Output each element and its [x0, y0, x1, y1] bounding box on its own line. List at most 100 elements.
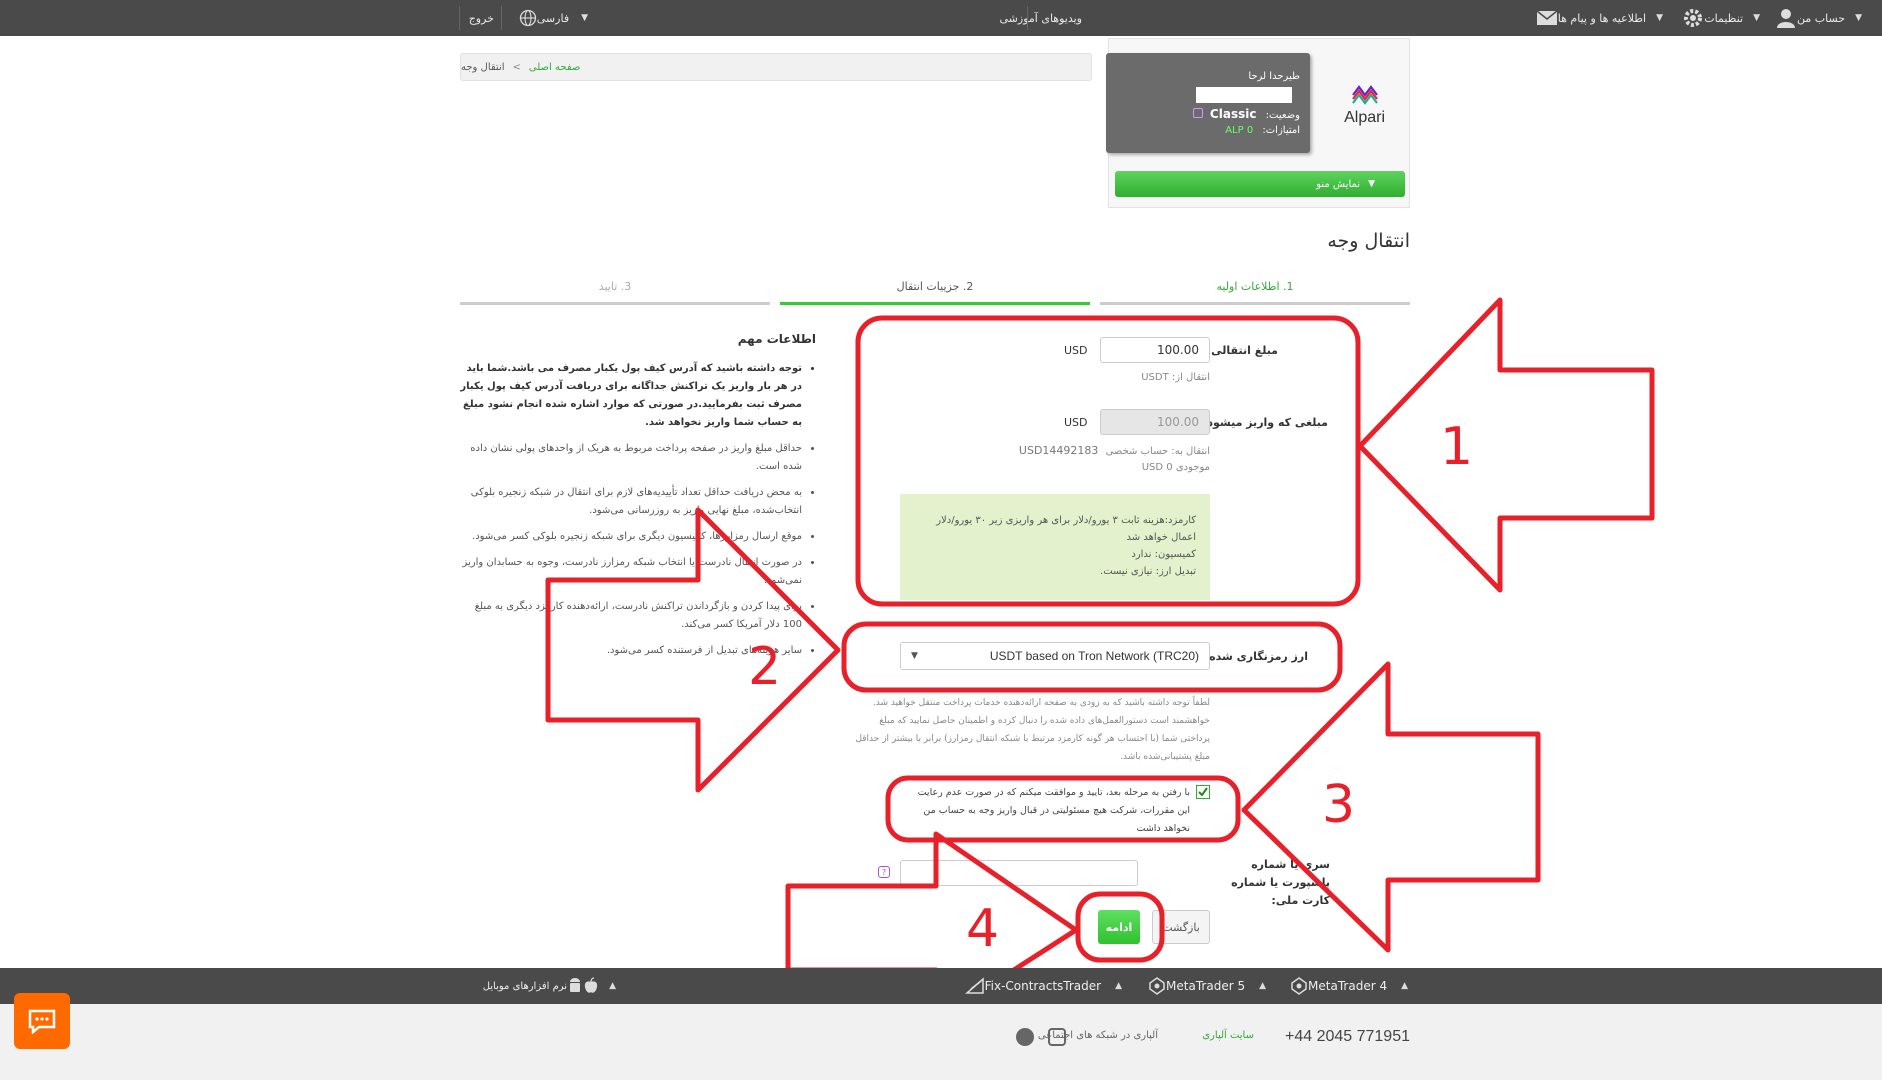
- divider: [1027, 6, 1028, 30]
- agree-text: با رفتن به مرحله بعد، تایید و موافقت میک…: [917, 787, 1190, 834]
- videos-label: ویدیوهای آموزشی: [999, 11, 1082, 25]
- chevron-up-icon: ▲: [1259, 981, 1266, 991]
- info-fee: کارمزد:هزینه ثابت ۳ یورو/دلار برای هر وا…: [936, 515, 1196, 543]
- important-info: اطلاعات مهم توجه داشته باشید که آدرس کیف…: [460, 332, 816, 668]
- language-menu[interactable]: فارسی ▼: [519, 0, 592, 36]
- settings-menu[interactable]: تنظیمات ▼: [1682, 0, 1764, 36]
- annotation-number-3: 3: [1322, 775, 1355, 835]
- breadcrumb-separator: >: [512, 61, 521, 73]
- account-name: طیرحدا لرحا: [1248, 71, 1300, 82]
- list-item: موقع ارسال رمزارزها، کمیسیون دیگری برای …: [460, 528, 802, 546]
- list-item: حداقل مبلغ واریز در صفحه پرداخت مربوط به…: [460, 440, 802, 476]
- passport-label: سری یا شماره پاسپورت یا شماره کارت ملی:: [1231, 858, 1330, 907]
- passport-input[interactable]: [900, 860, 1138, 886]
- list-item: سایر هزینه‌های تبدیل از فرستنده کسر می‌ش…: [460, 642, 802, 660]
- chevron-up-icon: ▲: [1115, 981, 1122, 991]
- chat-button[interactable]: [14, 993, 70, 1049]
- status-info-icon[interactable]: [1192, 108, 1203, 118]
- balance-note: موجودی USD 0: [1141, 462, 1210, 473]
- chevron-down-icon: ▼: [1368, 179, 1375, 189]
- divider: [501, 6, 502, 30]
- site-link[interactable]: سایت آلپاری: [1202, 1030, 1254, 1041]
- important-title: اطلاعات مهم: [737, 332, 816, 346]
- back-button[interactable]: بازگشت: [1152, 910, 1210, 944]
- step-2-bar: [780, 302, 1090, 305]
- envelope-icon: [1536, 10, 1558, 25]
- account-points: امتیازات: ALP 0: [1225, 125, 1300, 136]
- top-navbar: حساب من ▼ تنظیمات ▼ اطلاعیه ها و پیام ها…: [0, 0, 1882, 36]
- apple-icon: [584, 977, 598, 993]
- chevron-down-icon: ▼: [911, 651, 918, 661]
- phone-number: +44 2045 771951: [1284, 1028, 1410, 1045]
- fix-contracts-trader-link[interactable]: Fix-ContractsTrader ▲: [964, 968, 1126, 1004]
- amount-label: مبلغ انتقالی:: [1206, 344, 1278, 357]
- deposit-label: مبلغی که واریز میشود:: [1202, 416, 1328, 429]
- fix-trader-icon: [964, 977, 984, 994]
- crypto-selected-value: USDT based on Tron Network (TRC20): [989, 649, 1199, 663]
- footer-contact: +44 2045 771951 سایت آلپاری آلپاری در شب…: [0, 1004, 1882, 1080]
- instagram-icon[interactable]: [1048, 1028, 1066, 1046]
- account-info-panel: طیرحدا لرحا وضعیت: Classic امتیازات: ALP…: [1106, 53, 1310, 153]
- language-label: فارسی: [536, 11, 570, 25]
- chevron-down-icon: ▼: [1753, 13, 1760, 23]
- checkmark-icon: [1198, 787, 1208, 797]
- deposit-input: 100.00: [1100, 409, 1210, 435]
- chevron-up-icon: ▲: [609, 981, 616, 991]
- show-menu-button[interactable]: نمایش منو ▼: [1115, 171, 1405, 197]
- step-3-bar: [460, 302, 770, 305]
- to-note: انتقال به: حساب شخصی USD14492183: [1018, 444, 1210, 457]
- to-account: USD14492183: [1018, 444, 1099, 457]
- crypto-label: ارز رمزنگاری شده: [1209, 650, 1308, 663]
- mt5-link[interactable]: MetaTrader 5 ▲: [1148, 968, 1270, 1004]
- breadcrumb-current: انتقال وجه: [461, 61, 505, 73]
- chat-icon: [28, 1009, 56, 1034]
- info-commission: کمیسیون: ندارد: [1131, 549, 1196, 560]
- info-conversion: تبدیل ارز: نیازی نیست.: [1100, 566, 1196, 577]
- messages-menu[interactable]: اطلاعیه ها و پیام ها ▼: [1536, 0, 1667, 36]
- settings-label: تنظیمات: [1704, 11, 1744, 25]
- page-title: انتقال وجه: [1327, 230, 1410, 252]
- logout-label: خروج: [468, 11, 494, 25]
- alpari-logo: Alpari: [1344, 85, 1385, 127]
- arrow-1: [1357, 297, 1655, 593]
- list-item: برای پیدا کردن و بازگرداندن تراکنش نادرس…: [460, 598, 802, 634]
- annotation-number-4: 4: [966, 899, 999, 959]
- amount-input[interactable]: 100.00: [1100, 337, 1210, 363]
- chevron-down-icon: ▼: [1855, 13, 1862, 23]
- deposit-currency: USD: [1064, 416, 1088, 429]
- fee-info-box: کارمزد:هزینه ثابت ۳ یورو/دلار برای هر وا…: [900, 494, 1210, 600]
- annotation-number-1: 1: [1440, 417, 1473, 477]
- chevron-up-icon: ▲: [1401, 981, 1408, 991]
- globe-icon: [519, 9, 536, 27]
- my-account-menu[interactable]: حساب من ▼: [1775, 0, 1866, 36]
- mobile-apps-link[interactable]: نرم افزارهای موبایل ▲: [473, 968, 620, 1004]
- metatrader-5-icon: [1149, 977, 1165, 995]
- footer-platforms: MetaTrader 4 ▲ MetaTrader 5 ▲ Fix-Contra…: [0, 968, 1882, 1004]
- points-value: ALP 0: [1225, 125, 1254, 136]
- telegram-icon[interactable]: [1016, 1028, 1034, 1046]
- from-note: انتقال از: USDT: [1141, 372, 1210, 383]
- logout-link[interactable]: خروج: [469, 0, 494, 36]
- my-account-label: حساب من: [1796, 11, 1846, 25]
- help-icon[interactable]: ?: [878, 866, 890, 878]
- videos-menu[interactable]: ویدیوهای آموزشی: [1000, 0, 1082, 36]
- chevron-down-icon: ▼: [581, 13, 588, 23]
- list-item: در صورت انتقال نادرست یا انتخاب شبکه رمز…: [460, 554, 802, 590]
- status-value: Classic: [1209, 107, 1257, 121]
- breadcrumb: صفحه اصلی > انتقال وجه: [460, 53, 1092, 81]
- user-icon: [1776, 9, 1795, 28]
- crypto-select[interactable]: ▼ USDT based on Tron Network (TRC20): [900, 642, 1210, 670]
- agree-checkbox[interactable]: [1196, 785, 1210, 799]
- list-item: توجه داشته باشید که آدرس کیف پول یکبار م…: [460, 360, 802, 432]
- redacted-account-number: [1196, 87, 1292, 103]
- notice-text: لطفاً توجه داشته باشید که به زودی به صفح…: [855, 698, 1210, 762]
- step-1-bar: [1100, 302, 1410, 305]
- show-menu-label: نمایش منو: [1316, 178, 1361, 190]
- messages-label: اطلاعیه ها و پیام ها: [1557, 11, 1647, 25]
- breadcrumb-home[interactable]: صفحه اصلی: [529, 62, 580, 73]
- mt4-link[interactable]: MetaTrader 4 ▲: [1290, 968, 1412, 1004]
- continue-button[interactable]: ادامه: [1098, 910, 1140, 944]
- account-status: وضعیت: Classic: [1192, 107, 1300, 121]
- chevron-down-icon: ▼: [1656, 13, 1663, 23]
- list-item: به محض دریافت حداقل تعداد تأییدیه‌های لا…: [460, 484, 802, 520]
